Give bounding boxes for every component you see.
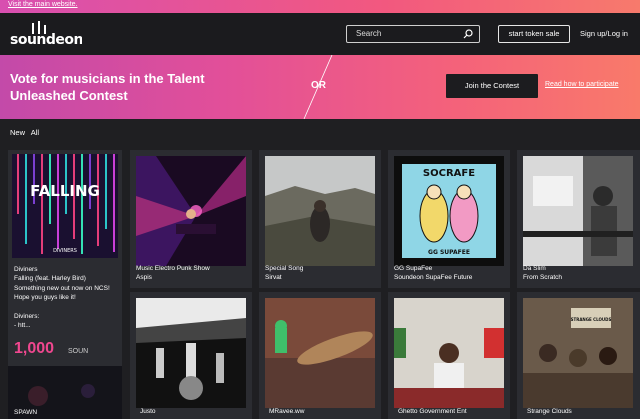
gg-art-text: GG SUPAFEE xyxy=(428,249,470,256)
card-title[interactable]: Special Song xyxy=(265,265,303,272)
strange-clouds-cover-art: STRANGE CLOUDS xyxy=(523,298,633,408)
search-placeholder: Search xyxy=(356,29,382,38)
falling-art-text: FALLING xyxy=(30,182,100,200)
join-contest-button[interactable]: Join the Contest xyxy=(446,74,538,98)
card-ghetto-government[interactable]: Ghetto Government Ent xyxy=(388,292,510,419)
da-slim-cover-art xyxy=(523,156,633,266)
electro-punk-cover-art xyxy=(136,156,246,266)
mravee-cover-art xyxy=(265,298,375,408)
ghetto-government-cover-art xyxy=(394,298,504,408)
supafee-cover-art: SOCRAFE GG SUPAFEE xyxy=(394,156,504,266)
or-label: OR xyxy=(311,80,326,91)
card-subtitle[interactable]: From Scratch xyxy=(523,274,562,281)
card-subtitle[interactable]: Sirvat xyxy=(265,274,282,281)
filters: New All xyxy=(10,128,43,137)
card-music-electro-punk[interactable]: Music Electro Punk Show Aspis xyxy=(130,150,252,288)
featured-description: Something new out now on NCS! Hope you g… xyxy=(14,285,110,301)
featured-description-2: Diviners: xyxy=(14,313,40,320)
featured-track[interactable]: Falling (feat. Harley Bird) xyxy=(14,275,86,282)
card-subtitle[interactable]: Aspis xyxy=(136,274,152,281)
soundeon-logo[interactable]: soundeon xyxy=(10,20,82,48)
signup-login-link[interactable]: Sign up/Log in xyxy=(580,29,628,38)
card-title[interactable]: Music Electro Punk Show xyxy=(136,265,210,272)
featured-bottom-title[interactable]: SPAWN xyxy=(14,409,37,416)
featured-card[interactable]: FALLING DIVINERS Diviners Falling (feat.… xyxy=(8,150,122,419)
top-strip: Visit the main website. xyxy=(0,0,640,13)
featured-price: 1,000 xyxy=(14,340,55,357)
strange-art-text: STRANGE CLOUDS xyxy=(571,317,612,322)
card-strange-clouds[interactable]: STRANGE CLOUDS Strange Clouds xyxy=(517,292,640,419)
falling-cover-art: FALLING DIVINERS xyxy=(12,154,118,258)
card-title[interactable]: Ghetto Government Ent xyxy=(398,408,467,415)
card-title[interactable]: MRavee.ww xyxy=(269,408,304,415)
socrafe-art-text: SOCRAFE xyxy=(423,168,475,179)
featured-price-unit: SOUN xyxy=(68,348,89,355)
card-title[interactable]: Justo xyxy=(140,408,156,415)
card-da-slim[interactable]: Da Slim From Scratch xyxy=(517,150,640,288)
card-title[interactable]: Strange Clouds xyxy=(527,408,572,415)
featured-artist[interactable]: Diviners xyxy=(14,266,37,273)
navbar: soundeon Search start token sale Sign up… xyxy=(0,13,640,55)
justo-cover-art xyxy=(136,298,246,408)
read-how-link[interactable]: Read how to participate xyxy=(545,81,619,88)
search-input[interactable]: Search xyxy=(346,25,480,43)
filter-all[interactable]: All xyxy=(31,128,39,137)
card-title[interactable]: GG SupaFee xyxy=(394,265,432,272)
card-justo[interactable]: Justo xyxy=(130,292,252,419)
featured-description-3: - htt... xyxy=(14,322,31,329)
search-icon[interactable] xyxy=(463,29,473,39)
special-song-cover-art xyxy=(265,156,375,266)
card-special-song[interactable]: Special Song Sirvat xyxy=(259,150,381,288)
card-title[interactable]: Da Slim xyxy=(523,265,546,272)
contest-banner: Vote for musicians in the Talent Unleash… xyxy=(0,55,640,119)
card-subtitle[interactable]: Soundeon SupaFee Future xyxy=(394,274,472,281)
diviners-art-text: DIVINERS xyxy=(53,248,77,254)
start-token-sale-button[interactable]: start token sale xyxy=(498,25,570,43)
filter-new[interactable]: New xyxy=(10,128,25,137)
card-gg-supafee[interactable]: SOCRAFE GG SUPAFEE GG SupaFee Soundeon S… xyxy=(388,150,510,288)
card-mravee[interactable]: MRavee.ww xyxy=(259,292,381,419)
main-website-link[interactable]: Visit the main website. xyxy=(8,1,78,8)
logo-text: soundeon xyxy=(10,32,82,48)
